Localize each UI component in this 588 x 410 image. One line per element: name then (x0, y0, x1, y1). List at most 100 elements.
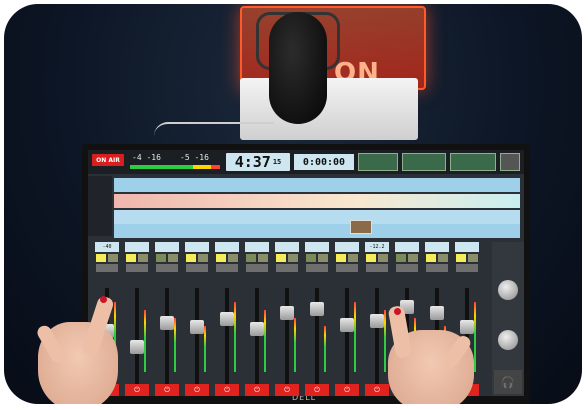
power-icon[interactable]: ⏻ (185, 384, 209, 396)
channel-cue-button[interactable] (228, 254, 238, 262)
power-icon[interactable]: ⏻ (125, 384, 149, 396)
channel-select-button[interactable] (186, 254, 196, 262)
channel-mode-button[interactable] (246, 264, 268, 272)
channel-label (155, 242, 179, 252)
channel-cue-button[interactable] (138, 254, 148, 262)
channel-level-meter (204, 326, 206, 372)
channel-strip: ⏻ (304, 242, 330, 396)
channel-cue-button[interactable] (288, 254, 298, 262)
channel-label (455, 242, 479, 252)
channel-cue-button[interactable] (168, 254, 178, 262)
on-air-button[interactable]: ON AIR (92, 154, 124, 166)
side-toolbar[interactable] (88, 176, 112, 236)
fader-knob[interactable] (280, 306, 294, 320)
monitor-control-panel: 🎧 (492, 242, 524, 396)
channel-mode-button[interactable] (186, 264, 208, 272)
channel-cue-button[interactable] (468, 254, 478, 262)
source-row[interactable] (114, 210, 520, 224)
channel-cue-button[interactable] (198, 254, 208, 262)
headphone-volume-knob[interactable] (498, 330, 518, 350)
channel-mode-button[interactable] (426, 264, 448, 272)
fader-track[interactable] (225, 288, 229, 384)
power-icon[interactable]: ⏻ (365, 384, 389, 396)
channel-cue-button[interactable] (438, 254, 448, 262)
channel-level-meter (264, 310, 266, 372)
power-icon[interactable]: ⏻ (275, 384, 299, 396)
power-icon[interactable]: ⏻ (215, 384, 239, 396)
source-row[interactable] (114, 224, 520, 238)
channel-cue-button[interactable] (108, 254, 118, 262)
channel-select-button[interactable] (456, 254, 466, 262)
fader-track[interactable] (285, 288, 289, 384)
channel-strip: -12.2 ⏻ (364, 242, 390, 396)
power-icon[interactable]: ⏻ (245, 384, 269, 396)
fader-knob[interactable] (190, 320, 204, 334)
channel-cue-button[interactable] (348, 254, 358, 262)
channel-mode-button[interactable] (366, 264, 388, 272)
fader-track[interactable] (135, 288, 139, 384)
fader-track[interactable] (375, 288, 379, 384)
level-readout-right: -5 -16 (180, 153, 209, 162)
channel-strip: ⏻ (124, 242, 150, 396)
power-icon[interactable]: ⏻ (155, 384, 179, 396)
channel-mode-button[interactable] (126, 264, 148, 272)
photo-frame: ON DELL ON AIR -4 -16 -5 -16 4:37 15 0:00… (4, 4, 582, 404)
channel-select-button[interactable] (216, 254, 226, 262)
channel-cue-button[interactable] (408, 254, 418, 262)
channel-select-button[interactable] (366, 254, 376, 262)
fader-knob[interactable] (460, 320, 474, 334)
channel-select-button[interactable] (396, 254, 406, 262)
source-row[interactable] (114, 178, 520, 192)
fader-track[interactable] (255, 288, 259, 384)
channel-cue-button[interactable] (258, 254, 268, 262)
source-row[interactable] (114, 194, 520, 208)
channel-select-button[interactable] (306, 254, 316, 262)
headphones-icon[interactable]: 🎧 (494, 370, 522, 394)
fader-knob[interactable] (160, 316, 174, 330)
channel-mode-button[interactable] (96, 264, 118, 272)
channel-level-meter (354, 302, 356, 372)
channel-strip: ⏻ (184, 242, 210, 396)
channel-select-button[interactable] (156, 254, 166, 262)
channel-select-button[interactable] (336, 254, 346, 262)
power-icon[interactable]: ⏻ (335, 384, 359, 396)
fader-knob[interactable] (430, 306, 444, 320)
fader-track[interactable] (165, 288, 169, 384)
channel-level-meter (234, 302, 236, 372)
grid-menu-icon[interactable] (500, 153, 520, 171)
power-icon[interactable]: ⏻ (305, 384, 329, 396)
channel-label (425, 242, 449, 252)
fader-knob[interactable] (220, 312, 234, 326)
channel-mode-button[interactable] (456, 264, 478, 272)
channel-select-button[interactable] (246, 254, 256, 262)
fader-track[interactable] (195, 288, 199, 384)
channel-mode-button[interactable] (156, 264, 178, 272)
status-panel (450, 153, 496, 171)
channel-mode-button[interactable] (336, 264, 358, 272)
video-thumbnail[interactable] (350, 220, 372, 234)
status-panel (358, 153, 398, 171)
fader-knob[interactable] (130, 340, 144, 354)
channel-mode-button[interactable] (276, 264, 298, 272)
channel-mode-button[interactable] (306, 264, 328, 272)
channel-mode-button[interactable] (216, 264, 238, 272)
fader-knob[interactable] (310, 302, 324, 316)
channel-mode-button[interactable] (396, 264, 418, 272)
fader-knob[interactable] (250, 322, 264, 336)
channel-cue-button[interactable] (378, 254, 388, 262)
channel-select-button[interactable] (276, 254, 286, 262)
channel-select-button[interactable] (126, 254, 136, 262)
fingernail (100, 296, 107, 303)
channel-level-meter (174, 318, 176, 372)
channel-select-button[interactable] (96, 254, 106, 262)
fader-knob[interactable] (370, 314, 384, 328)
channel-cue-button[interactable] (318, 254, 328, 262)
fader-track[interactable] (345, 288, 349, 384)
monitor-volume-knob[interactable] (498, 280, 518, 300)
clock-time: 4:37 (234, 153, 271, 171)
mixer-top-bar: ON AIR -4 -16 -5 -16 4:37 15 0:00:00 (88, 150, 524, 174)
channel-level-meter (294, 318, 296, 372)
channel-select-button[interactable] (426, 254, 436, 262)
fader-knob[interactable] (340, 318, 354, 332)
microphone (269, 12, 327, 124)
